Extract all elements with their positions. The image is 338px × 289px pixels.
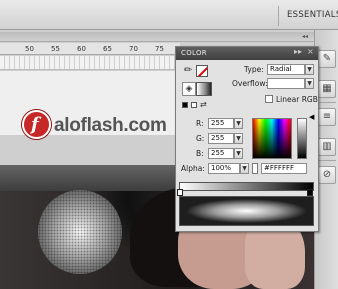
hex-input[interactable]: #FFFFFF xyxy=(261,163,307,174)
red-label: R: xyxy=(196,119,204,128)
color-preview-swatch xyxy=(252,163,258,174)
logo-text: aloflash.com xyxy=(54,115,167,136)
blue-label: B: xyxy=(196,149,204,158)
workspace-switcher[interactable]: ESSENTIALS xyxy=(287,10,338,20)
frame-number: 60 xyxy=(77,45,86,53)
radial-gradient-circle[interactable] xyxy=(38,190,122,274)
fill-bucket-icon[interactable]: ◈ xyxy=(182,82,196,96)
collapse-icon[interactable]: ◂◂ xyxy=(302,33,308,40)
panel-strip: ◂◂ xyxy=(0,32,314,42)
linear-rgb-label: Linear RGB xyxy=(276,95,318,104)
timeline-ruler[interactable]: 50 55 60 65 70 75 xyxy=(0,43,180,55)
type-label: Type: xyxy=(244,65,264,74)
transform-icon[interactable]: ⊘ xyxy=(318,166,336,184)
chevron-down-icon[interactable]: ▼ xyxy=(240,163,249,174)
close-icon[interactable]: × xyxy=(307,47,314,56)
swap-colors-icon[interactable]: ⇄ xyxy=(200,100,207,109)
color-panel: COLOR ▸▸ × ✏ ◈ ⇄ Type: Radial ▼ Overflow… xyxy=(175,46,319,232)
frame-number: 55 xyxy=(51,45,60,53)
chevron-down-icon[interactable]: ▼ xyxy=(305,64,314,75)
frame-number: 50 xyxy=(25,45,34,53)
chevron-down-icon[interactable]: ▼ xyxy=(234,148,243,159)
fill-color-swatch[interactable] xyxy=(196,82,212,96)
toolbar-divider xyxy=(278,6,279,26)
panel-title: COLOR xyxy=(181,49,207,57)
blue-input[interactable]: 255 xyxy=(208,148,234,159)
chevron-down-icon[interactable]: ▼ xyxy=(234,118,243,129)
timeline-frames[interactable] xyxy=(0,56,180,70)
overflow-select[interactable] xyxy=(267,78,305,89)
flash-workspace: ESSENTIALS ◂◂ 50 55 60 65 70 75 f alofla… xyxy=(0,0,338,289)
slider-thumb-icon[interactable]: ◀ xyxy=(309,113,314,121)
linear-rgb-checkbox[interactable] xyxy=(265,95,273,103)
green-input[interactable]: 255 xyxy=(208,133,234,144)
flash-logo-icon: f xyxy=(22,110,51,139)
brightness-slider[interactable] xyxy=(297,118,307,159)
chevron-down-icon[interactable]: ▼ xyxy=(305,78,314,89)
gradient-stop-black[interactable] xyxy=(307,189,313,196)
chevron-down-icon[interactable]: ▼ xyxy=(234,133,243,144)
workspace-bar: ESSENTIALS xyxy=(0,0,338,30)
type-select[interactable]: Radial xyxy=(267,64,305,75)
stroke-color-swatch[interactable] xyxy=(196,65,208,77)
gradient-stop-white[interactable] xyxy=(177,189,183,196)
align-icon[interactable]: ≡ xyxy=(318,108,336,126)
dock-divider xyxy=(318,160,336,161)
no-color-icon[interactable] xyxy=(191,102,197,108)
frame-number: 75 xyxy=(155,45,164,53)
color-spectrum-picker[interactable] xyxy=(252,118,292,159)
red-input[interactable]: 255 xyxy=(208,118,234,129)
site-logo: f aloflash.com xyxy=(22,110,192,142)
alpha-input[interactable]: 100% xyxy=(208,163,240,174)
green-label: G: xyxy=(196,134,205,143)
gradient-ramp[interactable] xyxy=(179,182,314,191)
dock-divider xyxy=(318,102,336,103)
panel-header[interactable]: COLOR ▸▸ × xyxy=(176,47,318,60)
black-white-icon[interactable] xyxy=(182,102,188,108)
alpha-label: Alpha: xyxy=(181,164,205,173)
swatches-icon[interactable]: ▦ xyxy=(318,80,336,98)
overflow-label: Overflow: xyxy=(232,79,268,88)
brush-icon[interactable]: ✎ xyxy=(318,50,336,68)
frame-number: 65 xyxy=(103,45,112,53)
panel-menu-icon[interactable]: ▸▸ xyxy=(294,47,302,56)
library-icon[interactable]: ▥ xyxy=(318,138,336,156)
stroke-pencil-icon[interactable]: ✏ xyxy=(184,65,196,77)
frame-number: 70 xyxy=(129,45,138,53)
gradient-preview xyxy=(179,196,314,226)
